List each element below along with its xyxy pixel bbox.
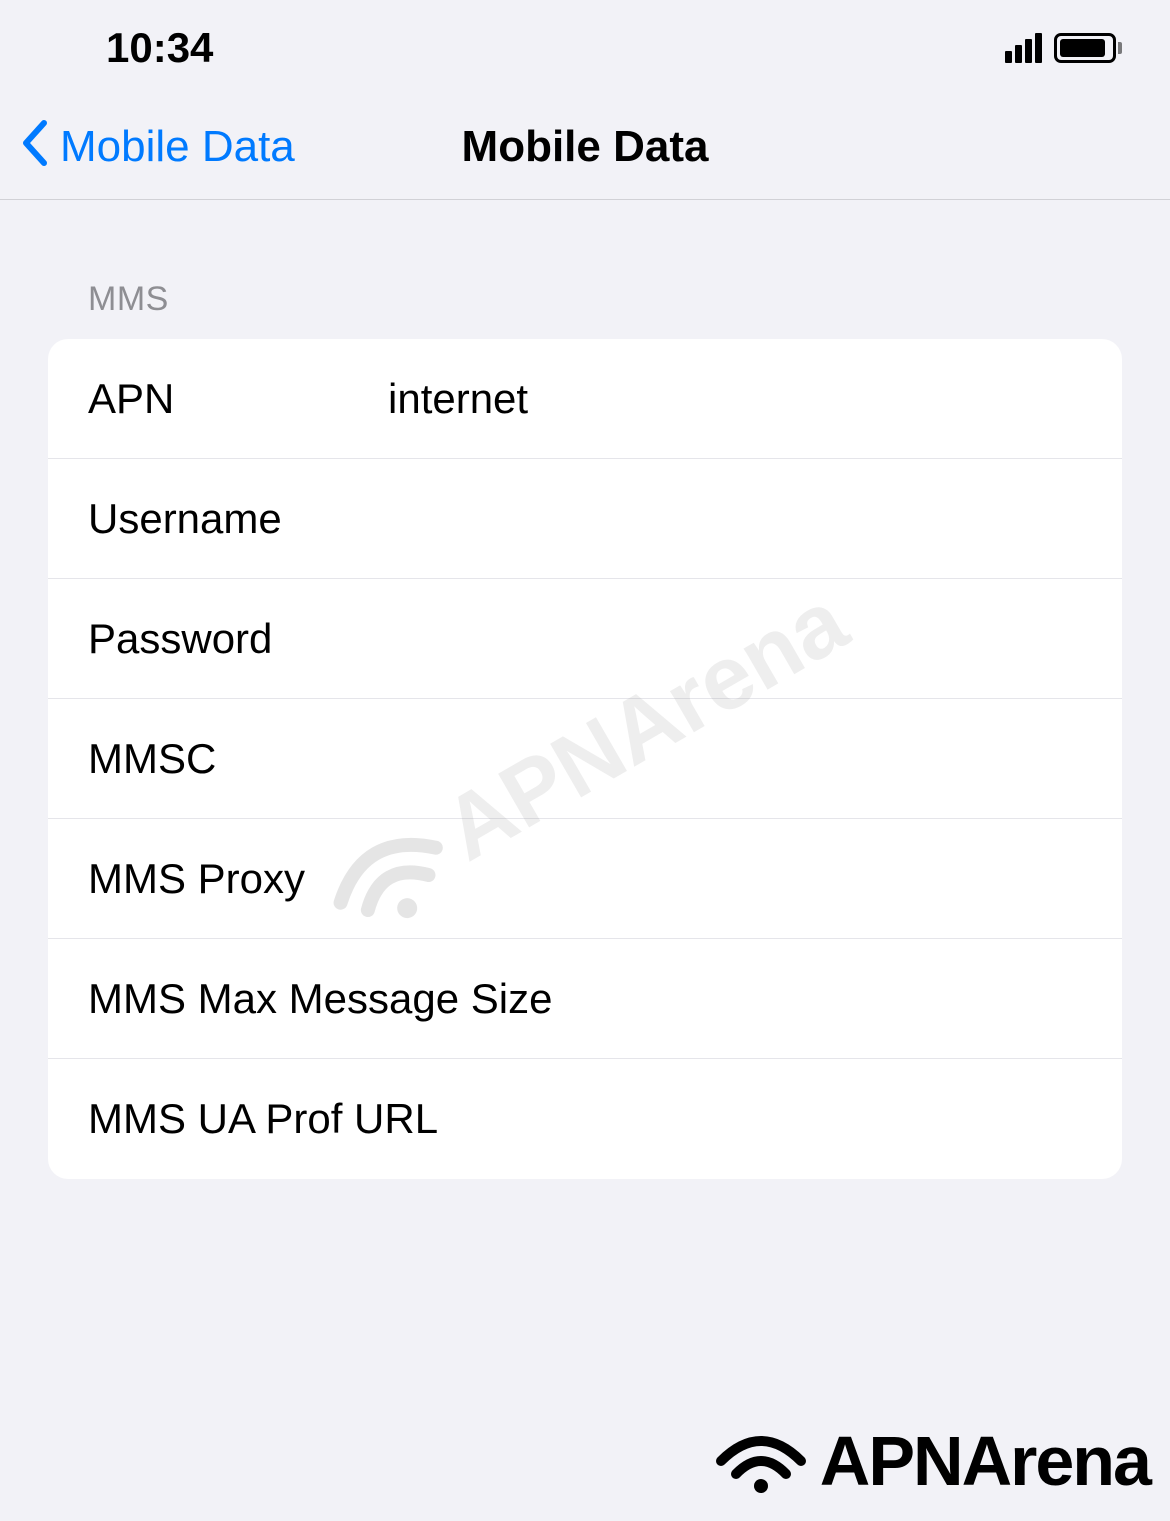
status-bar: 10:34 bbox=[0, 0, 1170, 95]
input-username[interactable] bbox=[388, 495, 1082, 543]
wifi-icon bbox=[716, 1426, 806, 1496]
brand-text: APNArena bbox=[820, 1421, 1150, 1501]
settings-group-mms: APN Username Password MMSC MMS Proxy MMS… bbox=[48, 339, 1122, 1179]
nav-bar: Mobile Data Mobile Data bbox=[0, 95, 1170, 200]
row-label-username: Username bbox=[88, 495, 388, 543]
content: MMS APN Username Password MMSC MMS Proxy… bbox=[0, 200, 1170, 1179]
status-time: 10:34 bbox=[106, 24, 213, 72]
input-password[interactable] bbox=[388, 615, 1082, 663]
cellular-signal-icon bbox=[1005, 33, 1042, 63]
row-apn[interactable]: APN bbox=[48, 339, 1122, 459]
brand-logo: APNArena bbox=[716, 1421, 1150, 1501]
row-label-mms-max-size: MMS Max Message Size bbox=[88, 975, 1082, 1023]
input-mmsc[interactable] bbox=[388, 735, 1082, 783]
row-mms-proxy[interactable]: MMS Proxy bbox=[48, 819, 1122, 939]
battery-icon bbox=[1054, 33, 1122, 63]
row-label-mms-proxy: MMS Proxy bbox=[88, 855, 388, 903]
row-mmsc[interactable]: MMSC bbox=[48, 699, 1122, 819]
back-button[interactable]: Mobile Data bbox=[20, 119, 295, 175]
section-header-mms: MMS bbox=[88, 280, 1122, 319]
row-mms-max-size[interactable]: MMS Max Message Size bbox=[48, 939, 1122, 1059]
row-username[interactable]: Username bbox=[48, 459, 1122, 579]
row-mms-ua-prof[interactable]: MMS UA Prof URL bbox=[48, 1059, 1122, 1179]
row-label-mms-ua-prof: MMS UA Prof URL bbox=[88, 1095, 1082, 1143]
input-mms-proxy[interactable] bbox=[388, 855, 1082, 903]
status-right bbox=[1005, 33, 1122, 63]
page-title: Mobile Data bbox=[462, 122, 709, 172]
input-apn[interactable] bbox=[388, 375, 1082, 423]
chevron-left-icon bbox=[20, 119, 50, 175]
row-label-mmsc: MMSC bbox=[88, 735, 388, 783]
back-label: Mobile Data bbox=[60, 122, 295, 172]
row-password[interactable]: Password bbox=[48, 579, 1122, 699]
row-label-apn: APN bbox=[88, 375, 388, 423]
row-label-password: Password bbox=[88, 615, 388, 663]
